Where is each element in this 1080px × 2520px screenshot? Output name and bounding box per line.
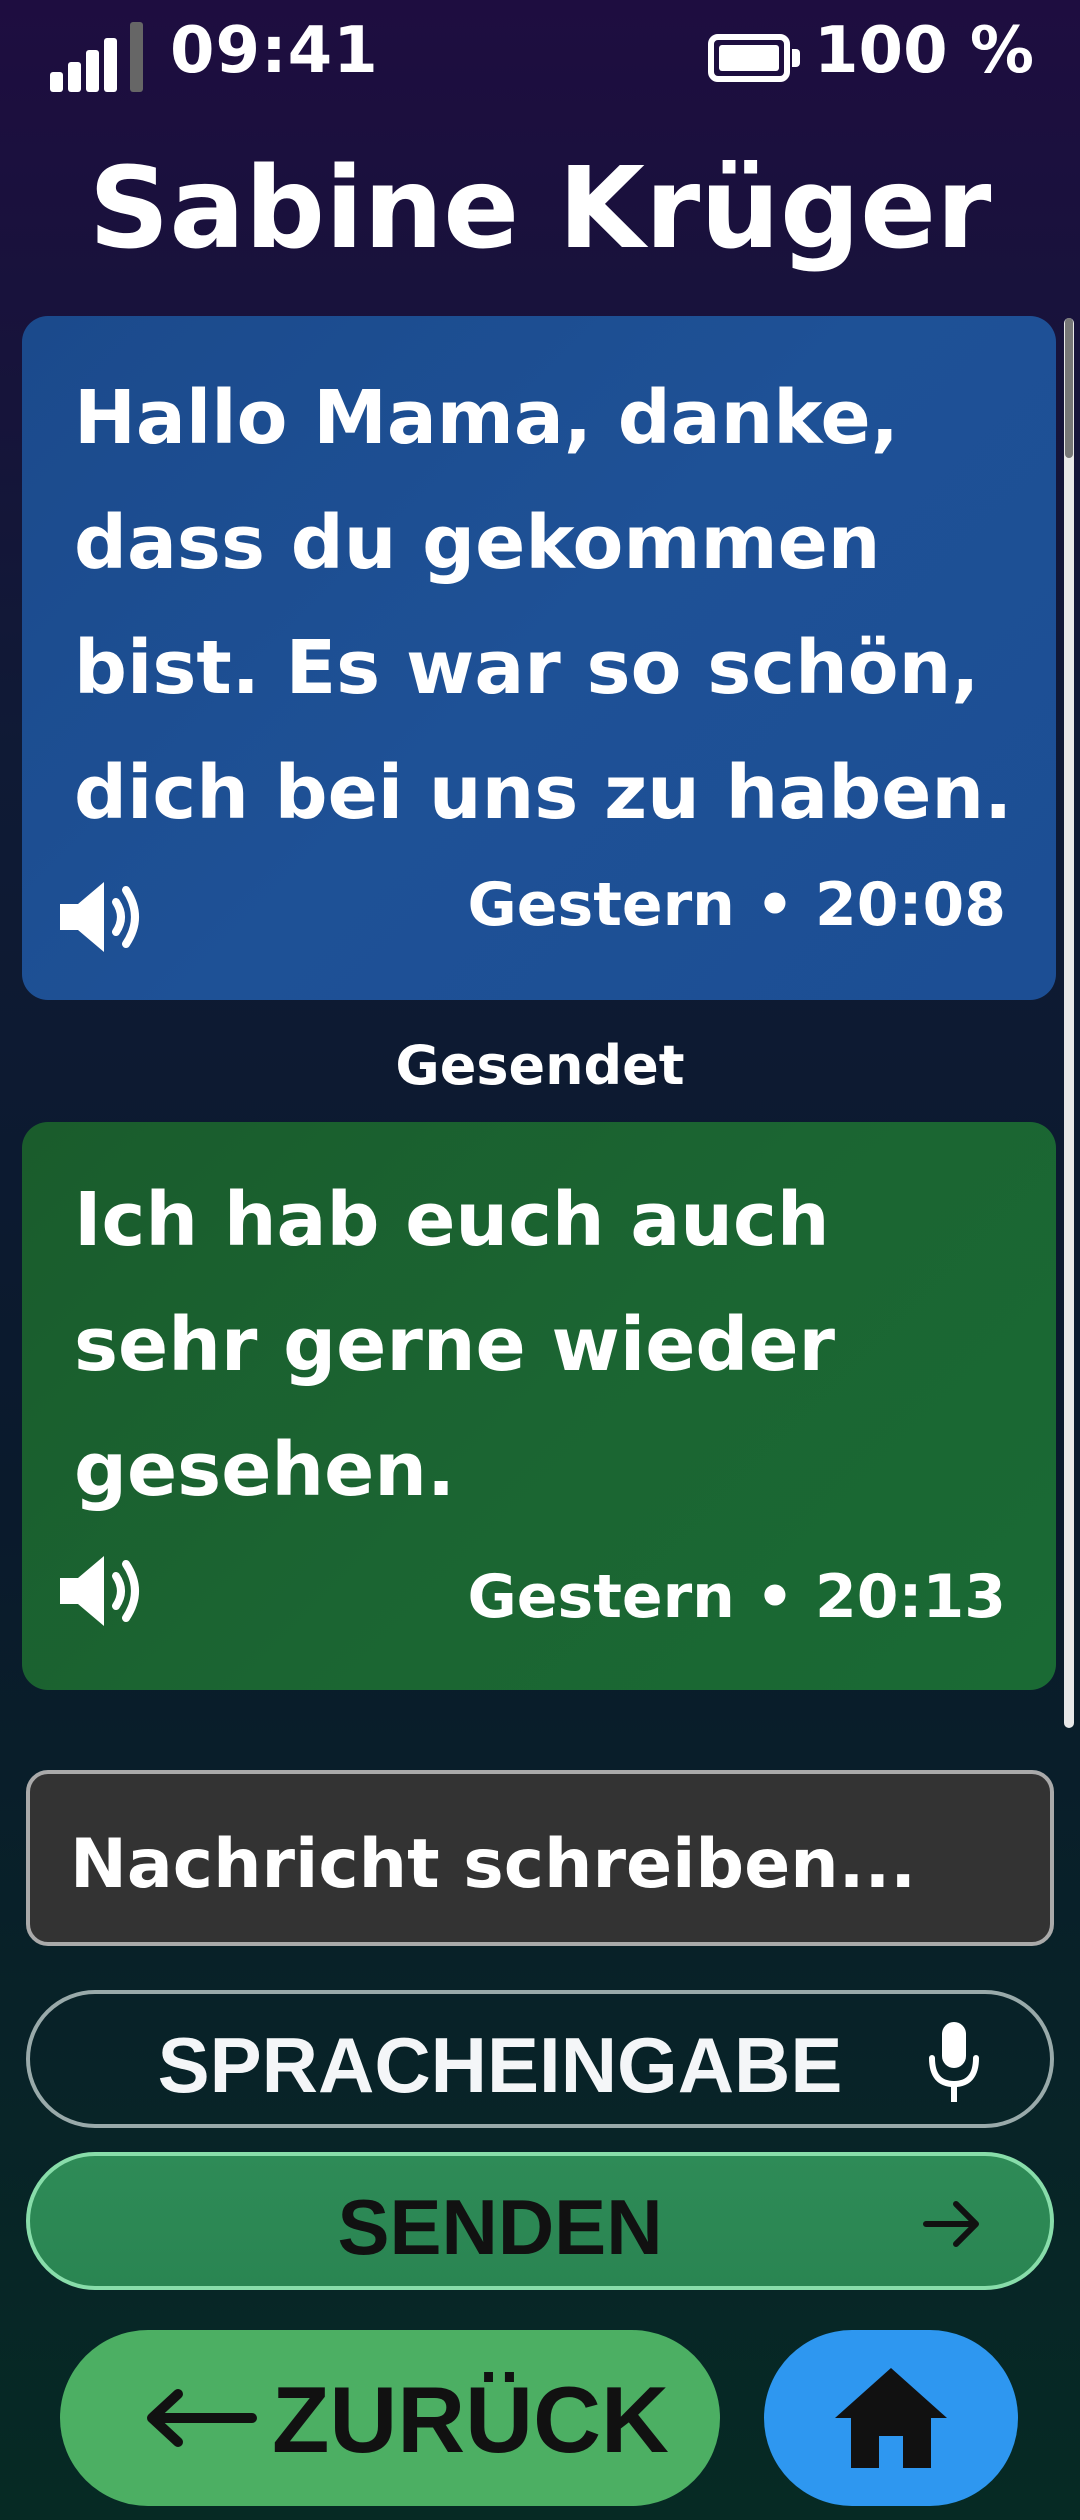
home-button[interactable] <box>764 2330 1018 2506</box>
message-text: Ich hab euch auch sehr gerne wieder gese… <box>74 1177 836 1513</box>
signal-bars-icon <box>50 22 150 92</box>
message-timestamp: Gestern • 20:13 <box>467 1562 1006 1632</box>
status-bar: 09:41 100 % <box>0 0 1080 110</box>
contact-name: Sabine Krüger <box>88 144 992 274</box>
message-received: Hallo Mama, danke, dass du gekommen bist… <box>22 316 1056 1000</box>
message-timestamp: Gestern • 20:08 <box>467 870 1006 940</box>
send-label: SENDEN <box>337 2183 663 2271</box>
voice-input-button[interactable]: SPRACHEINGABE <box>26 1990 1054 2128</box>
arrow-left-icon <box>147 2389 257 2447</box>
battery-full-icon <box>708 34 800 82</box>
voice-input-label: SPRACHEINGABE <box>157 2021 843 2109</box>
back-label: ZURÜCK <box>272 2367 669 2472</box>
message-input-container[interactable] <box>26 1770 1054 1946</box>
scrollbar-thumb[interactable] <box>1065 318 1073 458</box>
back-button[interactable]: ZURÜCK <box>60 2330 720 2506</box>
message-text: Hallo Mama, danke, dass du gekommen bist… <box>74 375 1013 836</box>
microphone-icon <box>929 2022 979 2102</box>
battery-percent: 100 % <box>814 14 1034 88</box>
arrow-right-icon <box>923 2201 979 2247</box>
status-time: 09:41 <box>170 14 379 88</box>
speaker-icon[interactable] <box>52 872 152 962</box>
scrollbar-track[interactable] <box>1064 318 1074 1728</box>
message-status: Gesendet <box>395 1034 685 1097</box>
speaker-icon[interactable] <box>52 1546 152 1636</box>
message-sent: Ich hab euch auch sehr gerne wieder gese… <box>22 1122 1056 1690</box>
send-button[interactable]: SENDEN <box>26 2152 1054 2290</box>
home-icon <box>835 2368 947 2468</box>
message-input[interactable] <box>70 1824 1010 1904</box>
